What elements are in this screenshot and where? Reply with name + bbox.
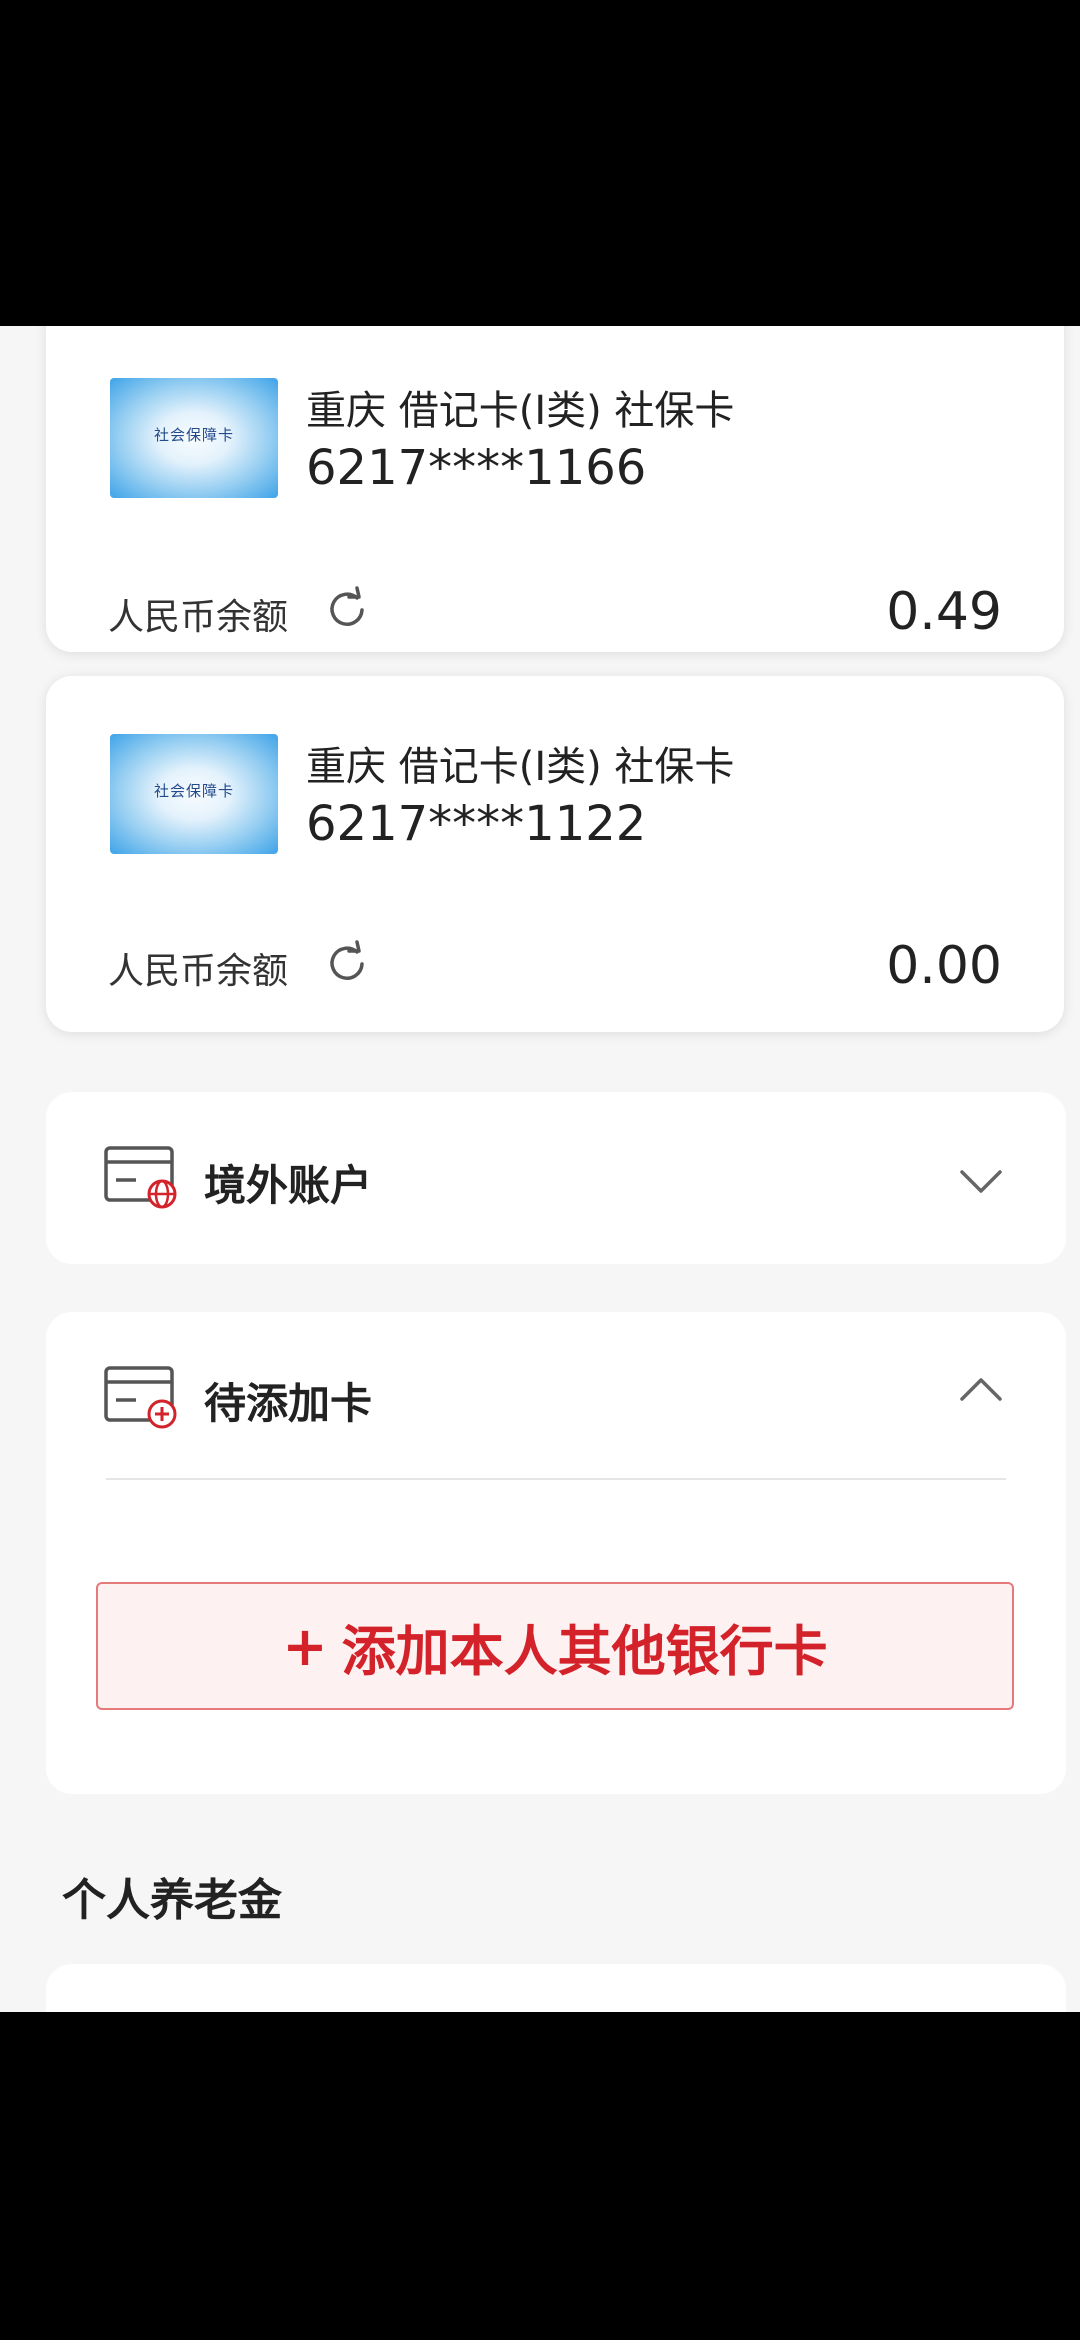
balance-value: 0.00 (886, 936, 1002, 996)
overseas-accounts-section[interactable]: 境外账户 (46, 1092, 1066, 1264)
card-number: 6217****1122 (306, 796, 647, 852)
balance-label: 人民币余额 (108, 951, 289, 992)
bank-card-1122[interactable]: 社会保障卡 重庆 借记卡(I类) 社保卡 6217****1122 人民币余额 … (46, 676, 1064, 1032)
bank-card-1166[interactable]: 社会保障卡 重庆 借记卡(I类) 社保卡 6217****1166 人民币余额 … (46, 326, 1064, 652)
refresh-icon[interactable] (324, 586, 370, 632)
card-add-icon (104, 1366, 177, 1429)
plus-icon: + (282, 1614, 328, 1678)
balance-value: 0.49 (886, 582, 1002, 642)
card-thumb-text: 社会保障卡 (153, 782, 234, 800)
card-thumb-text: 社会保障卡 (153, 426, 234, 444)
add-other-bank-card-button[interactable]: + 添加本人其他银行卡 (96, 1582, 1014, 1710)
overseas-accounts-title: 境外账户 (204, 1161, 373, 1210)
personal-pension-card[interactable] (46, 1964, 1066, 2012)
pending-cards-section: 待添加卡 + 添加本人其他银行卡 (46, 1312, 1066, 1794)
chevron-up-icon[interactable] (956, 1372, 1006, 1408)
card-title: 重庆 借记卡(I类) 社保卡 (306, 388, 735, 434)
card-title: 重庆 借记卡(I类) 社保卡 (306, 744, 735, 790)
add-button-label: 添加本人其他银行卡 (341, 1619, 828, 1683)
social-security-card-image: 社会保障卡 (110, 734, 278, 854)
social-security-card-image: 社会保障卡 (110, 378, 278, 498)
personal-pension-title: 个人养老金 (62, 1875, 282, 1926)
refresh-icon[interactable] (324, 940, 370, 986)
card-globe-icon (104, 1146, 177, 1209)
card-number: 6217****1166 (306, 440, 647, 496)
pending-cards-title: 待添加卡 (204, 1379, 373, 1428)
screen: 社会保障卡 重庆 借记卡(I类) 社保卡 6217****1166 人民币余额 … (0, 326, 1080, 2012)
chevron-down-icon[interactable] (956, 1164, 1006, 1200)
divider (106, 1478, 1006, 1480)
balance-label: 人民币余额 (108, 597, 289, 638)
